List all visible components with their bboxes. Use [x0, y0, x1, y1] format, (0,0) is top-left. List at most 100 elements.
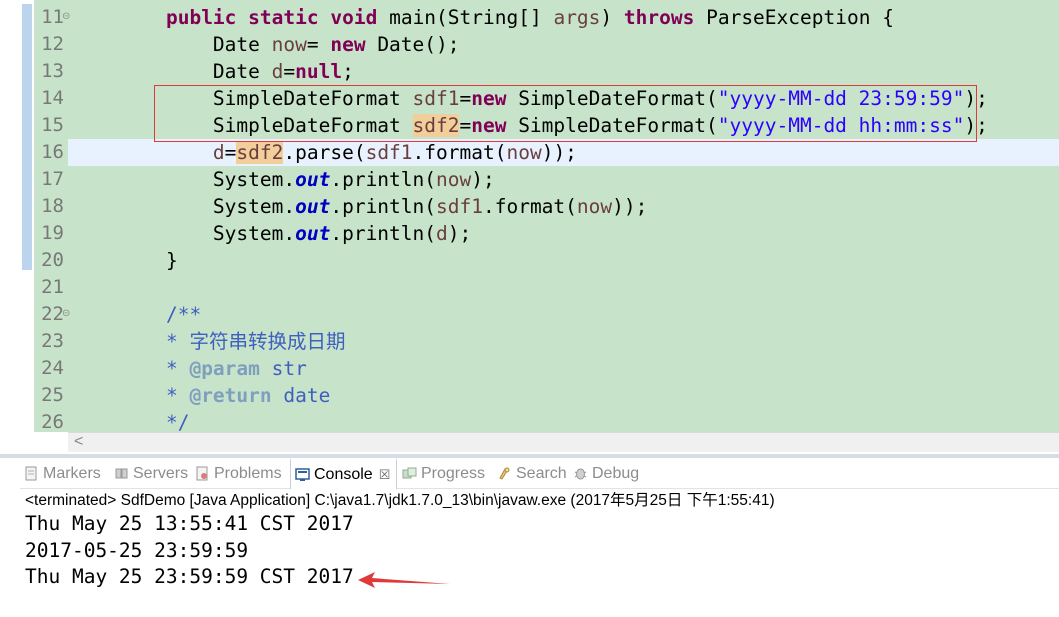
- code-token: "yyyy-MM-dd hh:mm:ss": [717, 114, 965, 137]
- tab-label: Servers: [133, 464, 189, 482]
- change-indicator-bar: [22, 4, 32, 270]
- code-token: SimpleDateFormat: [119, 114, 413, 137]
- console-output-line: 2017-05-25 23:59:59: [25, 539, 249, 562]
- code-line[interactable]: 18 System.out.println(sdf1.format(now));: [34, 193, 1059, 220]
- code-token: now: [271, 33, 307, 56]
- code-token: null: [295, 60, 343, 83]
- progress-icon: [402, 466, 417, 481]
- code-token: @return: [189, 384, 272, 407]
- code-line[interactable]: 24 * @param str: [34, 355, 1059, 382]
- line-number: 18: [41, 195, 64, 217]
- code-token: =: [459, 87, 472, 110]
- line-number: 23: [41, 330, 64, 352]
- tab-label: Console: [314, 465, 373, 483]
- code-text: /**: [119, 301, 201, 328]
- code-line[interactable]: 12 Date now= new Date();: [34, 31, 1059, 58]
- tab-progress[interactable]: Progress: [402, 458, 485, 489]
- code-token: out: [295, 195, 331, 218]
- code-token: );: [471, 168, 495, 191]
- code-line[interactable]: 15 SimpleDateFormat sdf2=new SimpleDateF…: [34, 112, 1059, 139]
- tab-label: Debug: [592, 464, 640, 482]
- search-icon: [497, 466, 512, 481]
- horizontal-scrollbar[interactable]: <: [68, 432, 1059, 452]
- code-token: new: [471, 114, 507, 137]
- panel-left-margin: [0, 458, 20, 617]
- code-line[interactable]: 23 * 字符串转换成日期: [34, 328, 1059, 355]
- tab-label: Problems: [214, 464, 282, 482]
- code-text: * @param str: [119, 355, 307, 382]
- tab-debug[interactable]: Debug: [573, 458, 639, 489]
- code-token: Date();: [365, 33, 460, 56]
- code-line[interactable]: 25 * @return date: [34, 382, 1059, 409]
- code-line[interactable]: 21: [34, 274, 1059, 301]
- code-token: d: [271, 60, 284, 83]
- code-token: now: [576, 195, 613, 218]
- code-token: */: [119, 411, 190, 434]
- red-arrow-annotation: [358, 572, 450, 588]
- code-token: sdf2: [412, 114, 460, 137]
- code-token: public: [165, 6, 237, 29]
- line-number: 11: [41, 6, 64, 28]
- code-token: SimpleDateFormat: [119, 87, 413, 110]
- code-line[interactable]: 16 d=sdf2.parse(sdf1.format(now));: [41, 139, 1059, 166]
- code-line[interactable]: 13 Date d=null;: [34, 58, 1059, 85]
- tab-search[interactable]: Search: [497, 458, 567, 489]
- code-token: sdf2: [236, 141, 284, 164]
- close-tab-icon[interactable]: ☒: [379, 467, 391, 483]
- code-token: now: [436, 168, 472, 191]
- code-token: *: [119, 384, 190, 407]
- line-number: 19: [41, 222, 64, 244]
- code-token: sdf1: [436, 195, 483, 218]
- code-token: .format(: [482, 195, 577, 218]
- tab-console[interactable]: Console ☒: [290, 458, 398, 489]
- line-number: 25: [41, 384, 64, 406]
- code-line[interactable]: 22 ⊝ /**: [34, 301, 1059, 328]
- tab-problems[interactable]: Problems: [195, 458, 282, 489]
- code-editor[interactable]: 11 ⊝ public static void main(String[] arg…: [0, 0, 1059, 454]
- code-line[interactable]: 20 }: [34, 247, 1059, 274]
- tab-label: Progress: [421, 464, 486, 482]
- code-line[interactable]: 11 ⊝ public static void main(String[] arg…: [34, 4, 1059, 31]
- code-line[interactable]: 19 System.out.println(d);: [34, 220, 1059, 247]
- code-token: out: [295, 222, 331, 245]
- code-token: new: [330, 33, 366, 56]
- code-token: sdf1: [365, 141, 413, 164]
- line-number: 24: [41, 357, 64, 379]
- code-token: *: [119, 357, 190, 380]
- code-token: /**: [119, 303, 202, 326]
- tab-markers[interactable]: Markers: [24, 458, 101, 489]
- line-number: 22: [41, 303, 64, 325]
- code-text: d=sdf2.parse(sdf1.format(now));: [119, 139, 577, 166]
- code-text: * 字符串转换成日期: [119, 328, 346, 355]
- fold-toggle-icon[interactable]: ⊝: [62, 12, 70, 22]
- console-icon: [295, 467, 310, 482]
- code-token: );: [447, 222, 472, 245]
- code-token: 字符串转换成日期: [189, 330, 346, 353]
- code-token: }: [119, 249, 178, 272]
- line-number: 21: [41, 276, 64, 298]
- code-token: ): [600, 6, 624, 29]
- line-number: 14: [41, 87, 64, 109]
- code-text: Date d=null;: [119, 58, 354, 85]
- code-text: public static void main(String[] args) t…: [119, 4, 894, 31]
- code-line[interactable]: 14 SimpleDateFormat sdf1=new SimpleDateF…: [34, 85, 1059, 112]
- tab-label: Search: [516, 464, 567, 482]
- code-token: date: [271, 384, 331, 407]
- code-token: new: [471, 87, 507, 110]
- code-token: .println(: [330, 168, 437, 191]
- code-token: "yyyy-MM-dd 23:59:59": [717, 87, 965, 110]
- fold-toggle-icon[interactable]: ⊝: [62, 309, 70, 319]
- code-token: System.: [119, 222, 296, 245]
- scroll-left-arrow-icon[interactable]: <: [74, 433, 83, 451]
- line-number: 26: [41, 411, 64, 433]
- console-output-line: Thu May 25 13:55:41 CST 2017: [25, 512, 354, 535]
- code-token: System.: [119, 168, 296, 191]
- code-line[interactable]: 17 System.out.println(now);: [34, 166, 1059, 193]
- code-token: .println(: [330, 222, 437, 245]
- servers-icon: [114, 466, 129, 481]
- console-status-line: <terminated> SdfDemo [Java Application] …: [25, 492, 775, 509]
- code-token: ));: [541, 141, 577, 164]
- tab-servers[interactable]: Servers: [114, 458, 188, 489]
